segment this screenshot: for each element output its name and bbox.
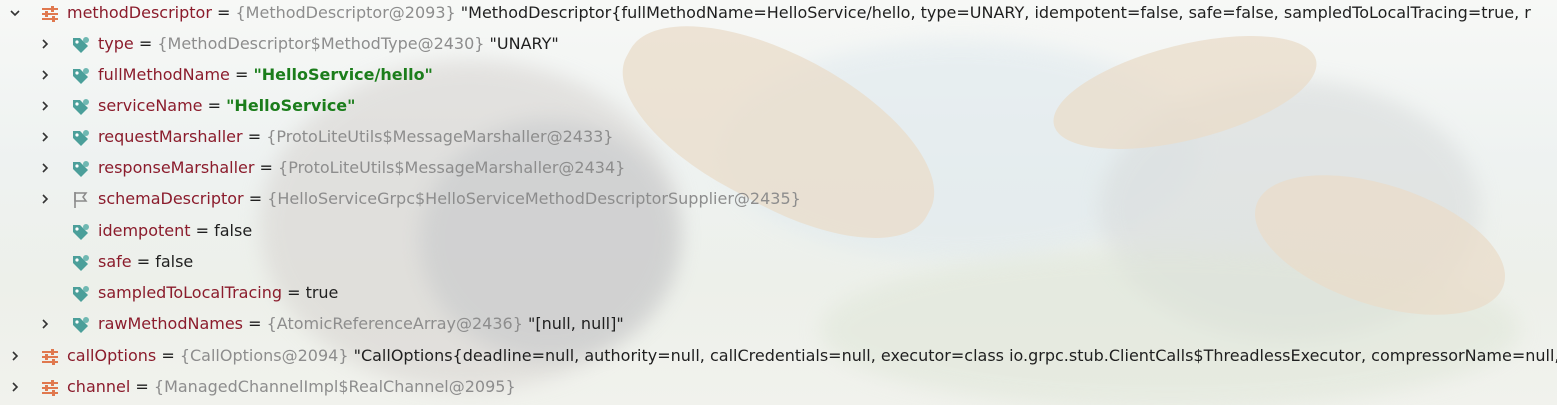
field-name: requestMarshaller — [98, 127, 243, 146]
tree-row-safe[interactable]: safe = false — [0, 246, 1557, 277]
object-ref: {ProtoLiteUtils$MessageMarshaller@2433} — [266, 127, 614, 146]
chevron-right-icon[interactable] — [6, 340, 24, 371]
tree-row-request-marshaller[interactable]: requestMarshaller = {ProtoLiteUtils$Mess… — [0, 121, 1557, 152]
flag-icon — [70, 189, 90, 209]
field-name: rawMethodNames — [98, 314, 244, 333]
field-tag-icon — [70, 314, 90, 334]
field-tag-icon — [70, 96, 90, 116]
field-name: sampledToLocalTracing — [98, 283, 282, 302]
field-tag-icon — [70, 283, 90, 303]
field-value: "CallOptions{deadline=null, authority=nu… — [348, 346, 1557, 365]
tree-row-call-options[interactable]: callOptions = {CallOptions@2094} "CallOp… — [0, 340, 1557, 371]
chevron-right-icon[interactable] — [36, 28, 54, 59]
tree-row-response-marshaller[interactable]: responseMarshaller = {ProtoLiteUtils$Mes… — [0, 152, 1557, 183]
object-ref: {MethodDescriptor$MethodType@2430} — [157, 34, 485, 53]
settings-sliders-icon — [40, 346, 60, 366]
field-value: "[null, null]" — [522, 314, 624, 333]
object-ref: {AtomicReferenceArray@2436} — [266, 314, 523, 333]
tree-row-method-descriptor[interactable]: methodDescriptor = {MethodDescriptor@209… — [0, 0, 1557, 28]
tree-row-idempotent[interactable]: idempotent = false — [0, 215, 1557, 246]
tree-row-type[interactable]: type = {MethodDescriptor$MethodType@2430… — [0, 28, 1557, 59]
field-name: callOptions — [67, 346, 157, 365]
field-name: type — [98, 34, 134, 53]
object-ref: {ManagedChannelImpl$RealChannel@2095} — [153, 377, 516, 396]
tree-row-channel[interactable]: channel = {ManagedChannelImpl$RealChanne… — [0, 371, 1557, 402]
field-value: "UNARY" — [484, 34, 559, 53]
debugger-variables-tree: methodDescriptor = {MethodDescriptor@209… — [0, 0, 1557, 405]
object-ref: {HelloServiceGrpc$HelloServiceMethodDesc… — [267, 189, 801, 208]
field-name: responseMarshaller — [98, 158, 255, 177]
field-name: schemaDescriptor — [98, 189, 244, 208]
field-tag-icon — [70, 252, 90, 272]
field-tag-icon — [70, 127, 90, 147]
chevron-right-icon[interactable] — [36, 59, 54, 90]
field-name: idempotent — [98, 221, 191, 240]
string-value: "HelloService/hello" — [253, 65, 433, 84]
field-name: methodDescriptor — [67, 3, 212, 22]
object-ref: {ProtoLiteUtils$MessageMarshaller@2434} — [278, 158, 626, 177]
field-value: "MethodDescriptor{fullMethodName=HelloSe… — [455, 3, 1531, 22]
object-ref: {MethodDescriptor@2093} — [235, 3, 456, 22]
chevron-down-icon[interactable] — [6, 0, 24, 28]
object-ref: {CallOptions@2094} — [179, 346, 349, 365]
chevron-right-icon[interactable] — [36, 308, 54, 339]
chevron-right-icon[interactable] — [36, 90, 54, 121]
tree-row-raw-method-names[interactable]: rawMethodNames = {AtomicReferenceArray@2… — [0, 308, 1557, 339]
field-value: false — [155, 252, 194, 271]
field-tag-icon — [70, 34, 90, 54]
tree-row-full-method-name[interactable]: fullMethodName = "HelloService/hello" — [0, 59, 1557, 90]
field-name: channel — [67, 377, 131, 396]
field-name: safe — [98, 252, 132, 271]
chevron-right-icon[interactable] — [36, 121, 54, 152]
string-value: "HelloService" — [226, 96, 356, 115]
field-value: true — [305, 283, 339, 302]
field-tag-icon — [70, 221, 90, 241]
field-name: serviceName — [98, 96, 203, 115]
field-tag-icon — [70, 65, 90, 85]
chevron-right-icon[interactable] — [36, 183, 54, 214]
settings-sliders-icon — [40, 3, 60, 23]
settings-sliders-icon — [40, 377, 60, 397]
tree-row-service-name[interactable]: serviceName = "HelloService" — [0, 90, 1557, 121]
field-tag-icon — [70, 158, 90, 178]
chevron-right-icon[interactable] — [6, 371, 24, 402]
field-value: false — [214, 221, 253, 240]
field-name: fullMethodName — [98, 65, 230, 84]
tree-row-sampled-to-local-tracing[interactable]: sampledToLocalTracing = true — [0, 277, 1557, 308]
tree-row-schema-descriptor[interactable]: schemaDescriptor = {HelloServiceGrpc$Hel… — [0, 183, 1557, 214]
chevron-right-icon[interactable] — [36, 152, 54, 183]
